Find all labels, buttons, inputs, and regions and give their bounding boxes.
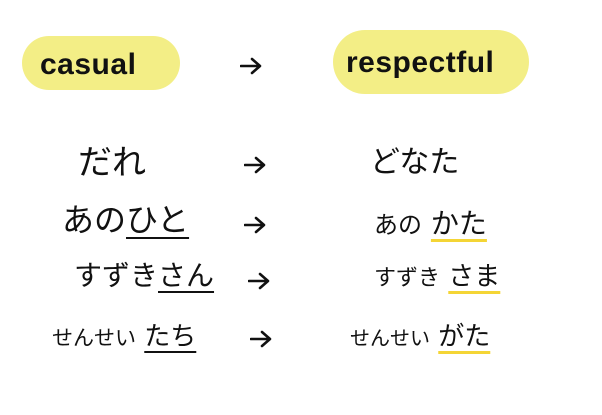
right-arrow-icon [248,272,270,290]
respectful-term-4: せんせい がた [350,324,490,350]
header-respectful-label: respectful [346,46,495,79]
casual-term-1-marked: だれ [78,143,146,183]
respectful-term-1-marked: どなた [370,145,460,180]
right-arrow-icon [244,216,266,234]
right-arrow-icon [240,57,262,75]
right-arrow-icon [250,330,272,348]
header-casual-label: casual [40,48,137,81]
casual-term-2-prefix: あの [62,201,127,239]
respectful-term-3-prefix: すずき [374,266,441,291]
respectful-term-1: どなた [370,148,459,178]
casual-term-3-marked: さん [158,259,215,292]
casual-term-2-marked: ひと [126,201,190,239]
casual-term-2: あのひと [62,204,189,236]
casual-term-4: せんせい たち [52,324,196,350]
slide: casual respectful だれ どなた あのひと あの かた すずきさ… [0,0,602,415]
casual-term-4-prefix: せんせい [52,326,136,350]
respectful-term-2: あの かた [374,210,487,238]
respectful-term-3: すずき さま [374,264,500,290]
casual-term-4-marked: たち [144,322,197,352]
casual-term-3-prefix: すずき [74,259,159,292]
casual-term-1: だれ [78,146,146,180]
respectful-term-4-marked: がた [438,322,491,352]
respectful-term-2-marked: かた [430,207,487,240]
respectful-term-2-prefix: あの [374,211,422,239]
casual-term-3: すずきさん [74,262,214,290]
respectful-term-4-prefix: せんせい [350,326,430,350]
respectful-term-3-marked: さま [448,262,501,292]
right-arrow-icon [244,156,266,174]
